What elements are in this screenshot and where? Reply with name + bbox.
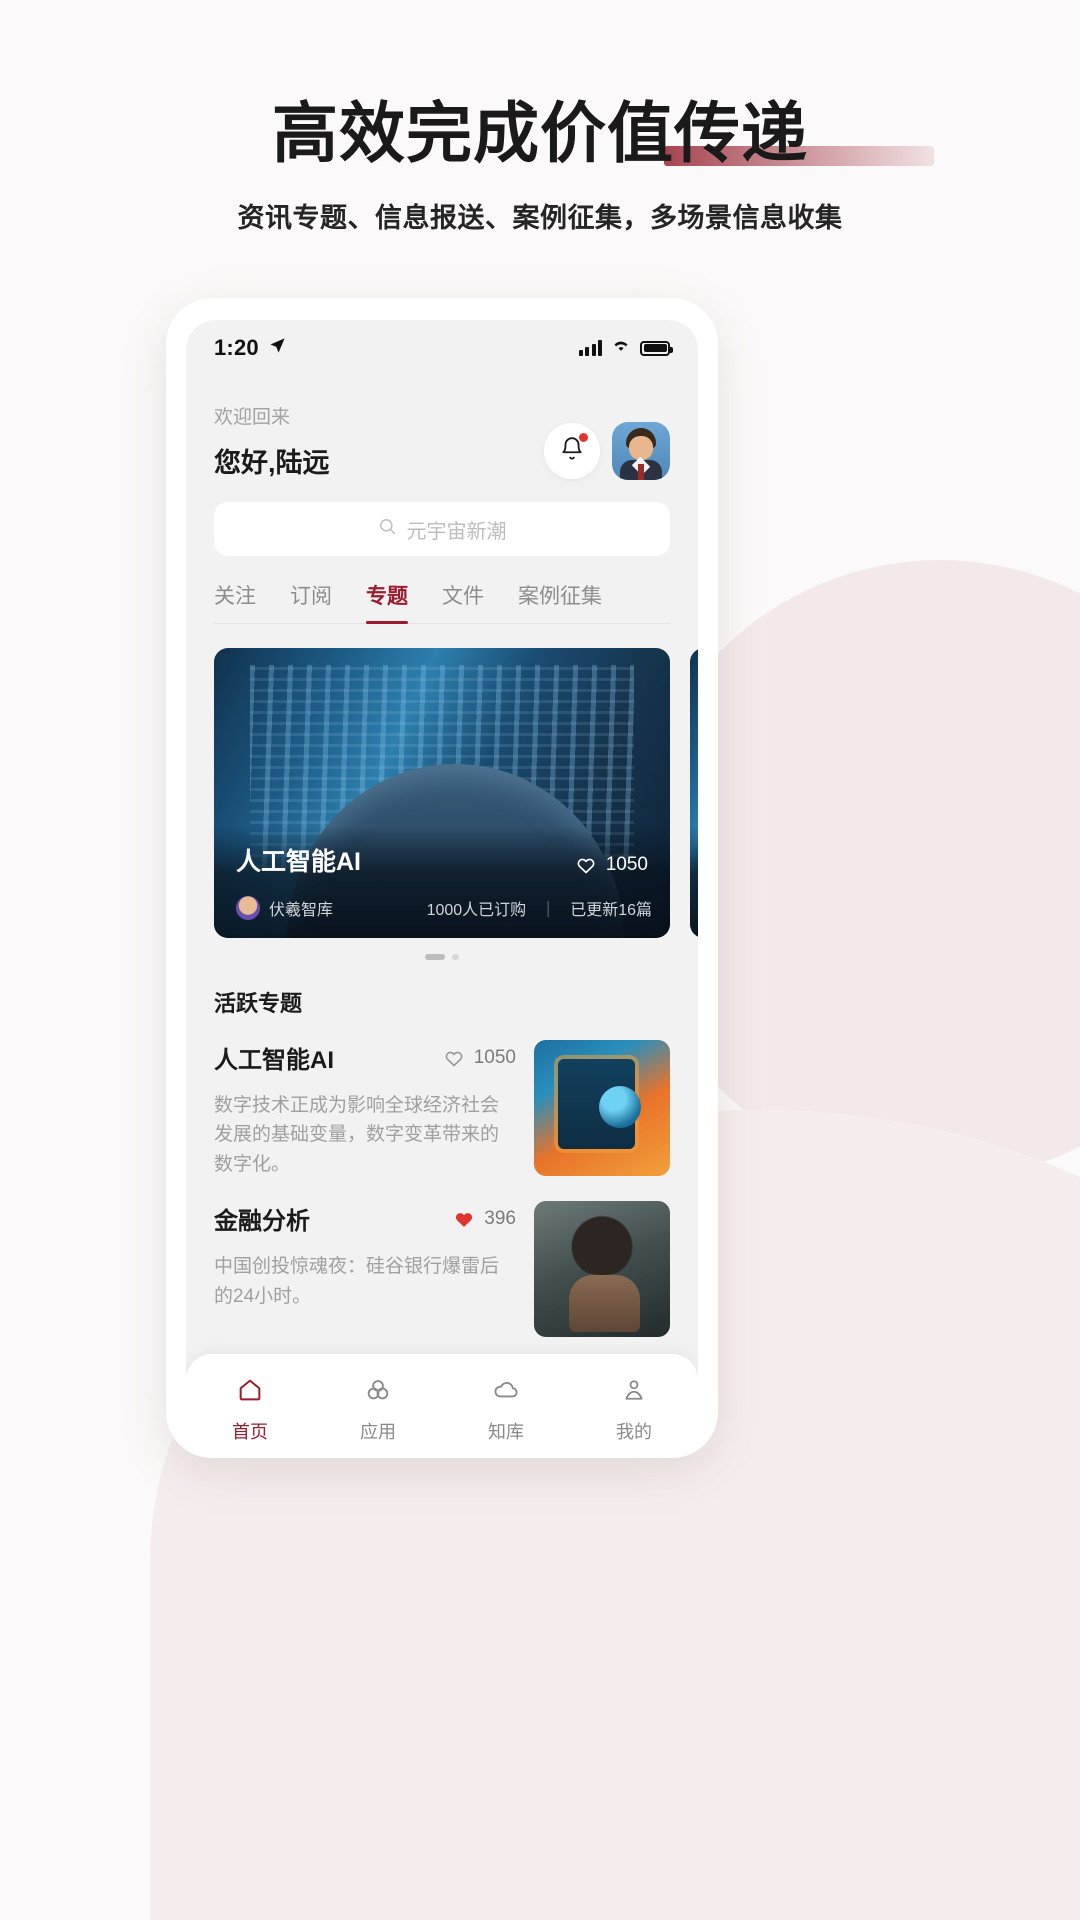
featured-carousel[interactable]: 人工智能AI 1050 伏羲智库 1000人已订购 ｜ 已更新16篇 <box>186 648 698 938</box>
carousel-like-count: 1050 <box>605 854 648 875</box>
notification-badge-dot <box>579 433 588 442</box>
home-icon <box>236 1376 264 1409</box>
heart-outline-icon <box>577 858 595 874</box>
welcome-label: 欢迎回来 <box>214 407 291 428</box>
location-arrow-icon <box>269 337 286 359</box>
carousel-dot-active[interactable] <box>425 954 445 960</box>
content-tabs: 关注 订阅 专题 文件 案例征集 <box>214 580 670 624</box>
list-item-thumbnail[interactable] <box>534 1201 670 1338</box>
notifications-button[interactable] <box>544 423 600 479</box>
phone-screen: 1:20 欢迎回来 您好,陆远 元宇宙新潮 关注 订阅 专题 文件 案例征集 人… <box>186 320 698 1458</box>
carousel-card-like[interactable]: 1050 <box>575 854 648 876</box>
meta-divider: ｜ <box>540 902 557 919</box>
nav-label-knowledge: 知库 <box>488 1422 524 1442</box>
avatar-face <box>629 436 653 460</box>
nav-label-home: 首页 <box>232 1422 268 1442</box>
status-icons <box>578 338 673 358</box>
list-item-desc: 数字技术正成为影响全球经济社会发展的基础变量，数字变革带来的数字化。 <box>214 1095 500 1175</box>
list-item[interactable]: 金融分析 396 中国创投惊魂夜：硅谷银行爆雷后的24小时。 <box>214 1179 670 1338</box>
person-icon <box>620 1376 648 1409</box>
list-item-text: 金融分析 396 中国创投惊魂夜：硅谷银行爆雷后的24小时。 <box>214 1201 516 1337</box>
list-item-head: 金融分析 396 <box>214 1201 516 1236</box>
search-icon <box>378 517 397 541</box>
list-item-text: 人工智能AI 1050 数字技术正成为影响全球经济社会发展的基础变量，数字变革带… <box>214 1040 516 1179</box>
nav-item-knowledge[interactable]: 知库 <box>442 1376 570 1444</box>
list-item-like[interactable]: 396 <box>453 1208 516 1230</box>
wifi-icon <box>611 338 631 358</box>
list-item-like-count: 1050 <box>473 1046 516 1068</box>
list-item-title: 人工智能AI <box>214 1047 334 1074</box>
heart-filled-icon <box>456 1212 473 1227</box>
list-item-like-count: 396 <box>484 1207 516 1229</box>
promo-headline-wrap: 高效完成价值传递 <box>0 96 1080 172</box>
nav-label-apps: 应用 <box>360 1422 396 1442</box>
promo-subheadline: 资讯专题、信息报送、案例征集，多场景信息收集 <box>237 203 843 233</box>
tab-zhuanti[interactable]: 专题 <box>366 580 408 624</box>
carousel-card-overlay-next <box>690 826 698 938</box>
carousel-subscribers: 1000人已订购 <box>426 902 527 919</box>
search-input[interactable]: 元宇宙新潮 <box>214 502 670 556</box>
page-root: 高效完成价值传递 资讯专题、信息报送、案例征集，多场景信息收集 1:20 欢迎回… <box>0 0 1080 1920</box>
tab-guanzhu[interactable]: 关注 <box>214 580 256 623</box>
section-title-text: 活跃专题 <box>214 991 303 1016</box>
carousel-card-next[interactable]: 人 <box>690 648 698 938</box>
tab-dingyue[interactable]: 订阅 <box>290 580 332 623</box>
status-time: 1:20 <box>214 335 259 360</box>
bottom-navigation: 首页 应用 知库 我的 <box>186 1354 698 1458</box>
topic-list: 人工智能AI 1050 数字技术正成为影响全球经济社会发展的基础变量，数字变革带… <box>214 1018 670 1338</box>
tab-anlizhengji[interactable]: 案例征集 <box>518 580 602 623</box>
heart-outline-icon <box>445 1051 463 1066</box>
carousel-dot[interactable] <box>452 954 459 960</box>
nav-item-home[interactable]: 首页 <box>186 1376 314 1444</box>
list-item-title: 金融分析 <box>214 1208 310 1236</box>
user-greeting: 您好,陆远 <box>214 448 330 478</box>
search-placeholder: 元宇宙新潮 <box>406 520 507 543</box>
list-item-like[interactable]: 1050 <box>443 1047 516 1069</box>
promo-headline: 高效完成价值传递 <box>272 96 934 172</box>
list-item[interactable]: 人工智能AI 1050 数字技术正成为影响全球经济社会发展的基础变量，数字变革带… <box>214 1018 670 1179</box>
list-item-thumbnail[interactable] <box>534 1040 670 1176</box>
greeting-section: 欢迎回来 您好,陆远 <box>186 376 698 480</box>
tab-wenjian[interactable]: 文件 <box>442 580 484 623</box>
carousel-pagination[interactable] <box>186 954 698 960</box>
header-actions <box>544 422 670 480</box>
carousel-stats: 1000人已订购 ｜ 已更新16篇 <box>427 896 652 920</box>
carousel-card-title: 人工智能AI <box>236 848 362 876</box>
nav-item-apps[interactable]: 应用 <box>314 1376 442 1444</box>
status-bar: 1:20 <box>186 320 698 376</box>
carousel-updates: 已更新16篇 <box>570 902 652 919</box>
avatar-tie <box>638 464 644 480</box>
carousel-author: 伏羲智库 <box>269 902 334 919</box>
nav-label-profile: 我的 <box>616 1422 652 1442</box>
section-title: 活跃专题 <box>214 986 303 1020</box>
promo-headline-text: 高效完成价值传递 <box>272 96 808 170</box>
carousel-card[interactable]: 人工智能AI 1050 伏羲智库 1000人已订购 ｜ 已更新16篇 <box>214 648 670 938</box>
nav-item-profile[interactable]: 我的 <box>570 1376 698 1444</box>
phone-mockup: 1:20 欢迎回来 您好,陆远 元宇宙新潮 关注 订阅 专题 文件 案例征集 人… <box>166 298 718 1458</box>
author-avatar <box>236 896 260 920</box>
list-item-desc: 中国创投惊魂夜：硅谷银行爆雷后的24小时。 <box>214 1256 500 1307</box>
cellular-signal-icon <box>578 340 602 356</box>
avatar[interactable] <box>612 422 670 480</box>
carousel-card-meta: 伏羲智库 1000人已订购 ｜ 已更新16篇 <box>236 896 652 920</box>
battery-full-icon <box>640 340 673 356</box>
greeting-texts: 欢迎回来 您好,陆远 <box>214 402 544 480</box>
cloud-icon <box>492 1376 520 1409</box>
apps-icon <box>364 1376 392 1409</box>
list-item-head: 人工智能AI 1050 <box>214 1040 516 1075</box>
